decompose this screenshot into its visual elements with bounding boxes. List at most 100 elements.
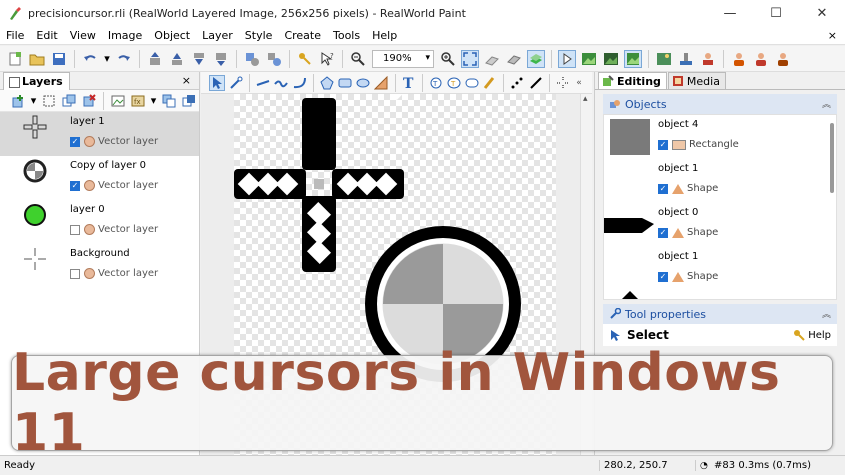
layer-effects-dropdown-icon[interactable]: ▾ xyxy=(150,92,157,110)
send-back-icon[interactable] xyxy=(212,50,230,68)
person-icon[interactable] xyxy=(730,50,748,68)
text-tool-icon[interactable]: T xyxy=(401,75,415,91)
play-icon[interactable] xyxy=(558,49,576,68)
triangle-tool-icon[interactable] xyxy=(374,75,388,91)
close-button[interactable]: ✕ xyxy=(799,0,845,27)
tab-editing[interactable]: Editing xyxy=(598,72,667,89)
text-pill-icon[interactable] xyxy=(465,75,479,91)
menu-help[interactable]: Help xyxy=(366,29,403,42)
crosshair-tool-icon[interactable] xyxy=(556,75,570,91)
delete-layer-icon[interactable] xyxy=(81,92,97,110)
ellipse-tool-icon[interactable] xyxy=(356,75,370,91)
curve-tool-icon[interactable] xyxy=(274,75,289,91)
save-icon[interactable] xyxy=(50,50,68,68)
minimize-button[interactable]: — xyxy=(707,0,753,27)
layer-visibility-checkbox[interactable] xyxy=(70,224,80,235)
key-icon xyxy=(794,330,805,341)
menu-layer[interactable]: Layer xyxy=(196,29,239,42)
list-item[interactable]: object 1 Shape xyxy=(604,247,836,291)
open-folder-icon[interactable] xyxy=(28,50,46,68)
menu-create[interactable]: Create xyxy=(278,29,327,42)
paint-tool-icon[interactable] xyxy=(483,75,497,91)
select-tool-icon[interactable] xyxy=(209,74,225,91)
redo-icon[interactable] xyxy=(115,50,133,68)
help-pointer-icon[interactable]: ? xyxy=(318,50,336,68)
layer-visibility-checkbox[interactable] xyxy=(70,136,80,147)
image-icon[interactable] xyxy=(580,50,598,68)
polygon-tool-icon[interactable] xyxy=(320,75,334,91)
grid-icon[interactable] xyxy=(483,50,501,68)
undo-dropdown-icon[interactable]: ▾ xyxy=(103,50,111,68)
list-item[interactable]: object 0 Shape xyxy=(604,203,836,247)
close-document-button[interactable]: × xyxy=(828,29,837,42)
person-alt-icon[interactable] xyxy=(752,50,770,68)
text-ellipse-icon[interactable]: T xyxy=(447,75,461,91)
zoom-out-icon[interactable] xyxy=(349,50,367,68)
person-third-icon[interactable] xyxy=(774,50,792,68)
arc-tool-icon[interactable] xyxy=(293,75,307,91)
layer-row[interactable]: layer 1 Vector layer xyxy=(0,112,199,156)
stamp-icon[interactable] xyxy=(677,50,695,68)
menu-image[interactable]: Image xyxy=(102,29,148,42)
tool-properties-header[interactable]: Tool properties ︽ xyxy=(603,304,837,324)
menu-tools[interactable]: Tools xyxy=(327,29,366,42)
collapse-chevron-icon[interactable]: ︽ xyxy=(822,307,831,320)
layers-view-icon[interactable] xyxy=(527,49,545,68)
picture-icon[interactable] xyxy=(655,50,673,68)
undo-icon[interactable] xyxy=(81,50,99,68)
duplicate-layer-icon[interactable] xyxy=(61,92,77,110)
more-tools-icon[interactable]: « xyxy=(572,75,586,91)
layer-visibility-checkbox[interactable] xyxy=(70,268,80,279)
key-icon[interactable] xyxy=(296,50,314,68)
object-visibility-checkbox[interactable] xyxy=(658,227,668,238)
new-file-icon[interactable] xyxy=(6,50,24,68)
layer-row[interactable]: Copy of layer 0 Vector layer xyxy=(0,156,199,200)
layer-image-icon[interactable] xyxy=(110,92,126,110)
menu-file[interactable]: File xyxy=(0,29,30,42)
select-layer-icon[interactable] xyxy=(41,92,57,110)
close-layers-panel-button[interactable]: × xyxy=(182,74,191,87)
move-down-icon[interactable] xyxy=(190,50,208,68)
user-stamp-icon[interactable] xyxy=(699,50,717,68)
image-selected-icon[interactable] xyxy=(624,49,642,68)
move-up-icon[interactable] xyxy=(168,50,186,68)
zoom-in-icon[interactable] xyxy=(439,50,457,68)
text-balloon-icon[interactable]: T xyxy=(429,75,443,91)
list-item[interactable]: object 1 Shape xyxy=(604,159,836,203)
layer-row[interactable]: Background Vector layer xyxy=(0,244,199,288)
zoom-select[interactable]: 190% xyxy=(372,49,434,68)
bring-front-icon[interactable] xyxy=(146,50,164,68)
merge-down-icon[interactable] xyxy=(161,92,177,110)
menu-view[interactable]: View xyxy=(64,29,102,42)
maximize-button[interactable]: ☐ xyxy=(753,0,799,27)
line-tool-icon[interactable] xyxy=(256,75,270,91)
layer-row[interactable]: layer 0 Vector layer xyxy=(0,200,199,244)
objects-scrollbar[interactable] xyxy=(830,123,834,193)
object-visibility-checkbox[interactable] xyxy=(658,183,668,194)
image-dark-icon[interactable] xyxy=(602,50,620,68)
help-link[interactable]: Help xyxy=(793,329,831,341)
object-visibility-checkbox[interactable] xyxy=(658,271,668,282)
menu-style[interactable]: Style xyxy=(239,29,279,42)
objects-section-header[interactable]: Objects ︽ xyxy=(603,94,837,114)
menu-object[interactable]: Object xyxy=(148,29,196,42)
snap-icon[interactable] xyxy=(505,50,523,68)
add-layer-icon[interactable] xyxy=(10,92,26,110)
list-item[interactable]: object 4 Rectangle xyxy=(604,115,836,159)
layers-tab[interactable]: Layers xyxy=(3,71,70,90)
object-visibility-checkbox[interactable] xyxy=(658,139,668,150)
node-edit-tool-icon[interactable] xyxy=(229,75,243,91)
ungroup-icon[interactable] xyxy=(265,50,283,68)
add-layer-dropdown-icon[interactable]: ▾ xyxy=(30,92,37,110)
layer-effects-icon[interactable]: fx xyxy=(130,92,146,110)
fit-window-icon[interactable] xyxy=(461,49,479,68)
rectangle-tool-icon[interactable] xyxy=(338,75,352,91)
menu-edit[interactable]: Edit xyxy=(30,29,63,42)
collapse-chevron-icon[interactable]: ︽ xyxy=(822,97,831,110)
layer-visibility-checkbox[interactable] xyxy=(70,180,80,191)
group-icon[interactable] xyxy=(243,50,261,68)
dots-tool-icon[interactable] xyxy=(510,75,524,91)
tab-media[interactable]: Media xyxy=(667,72,726,89)
merge-all-icon[interactable] xyxy=(181,92,197,110)
line-pick-tool-icon[interactable] xyxy=(529,75,543,91)
